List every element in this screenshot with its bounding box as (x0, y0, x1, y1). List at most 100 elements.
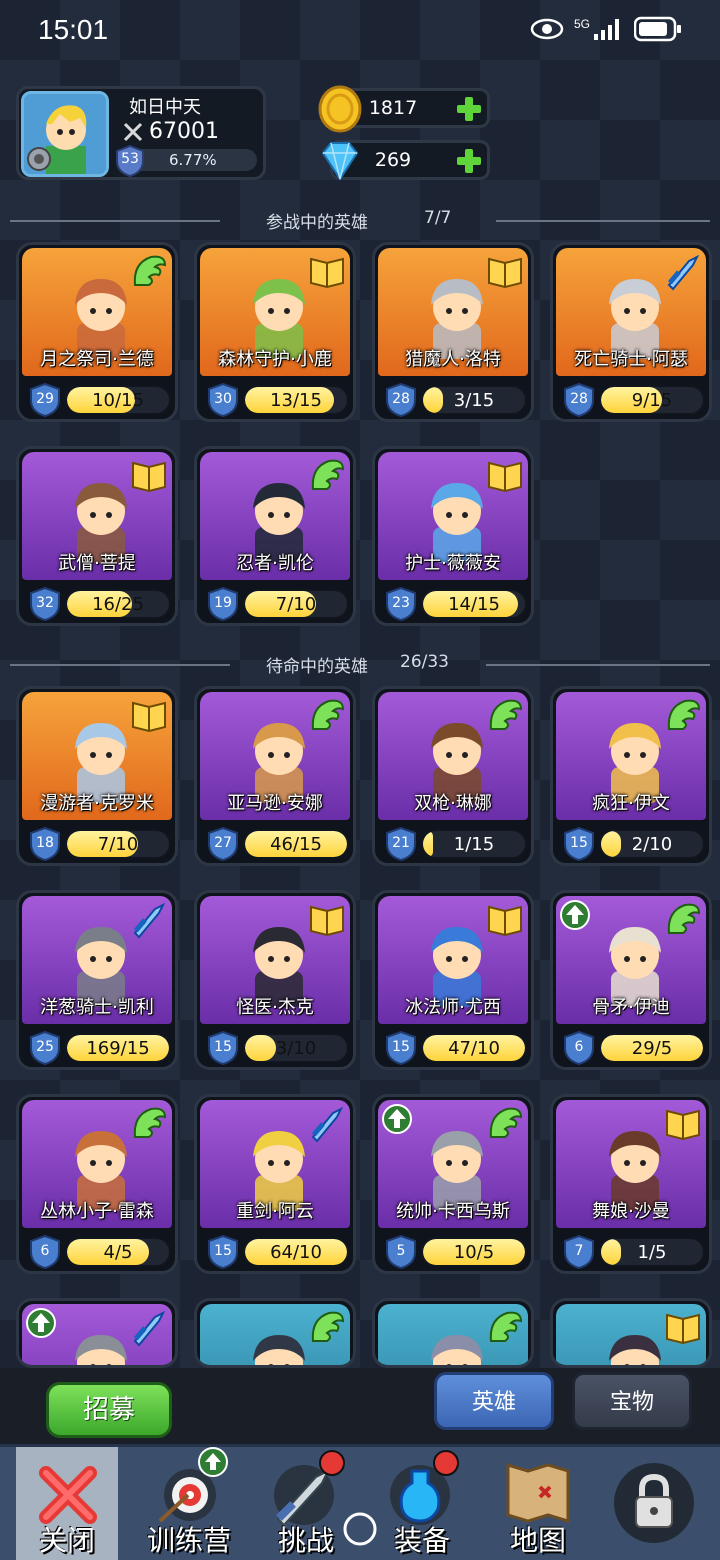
gold-value: 1817 (368, 97, 418, 119)
hero-card[interactable]: 忍者·凯伦 19 7/10 (194, 446, 356, 626)
shard-progress-bar: 10/15 (65, 385, 171, 415)
notification-dot (319, 1450, 345, 1476)
hero-card[interactable]: 洋葱骑士·凯利 25 169/15 (16, 890, 178, 1070)
hero-card[interactable]: 猎魔人·洛特 28 3/15 (372, 242, 534, 422)
hero-name: 丛林小子·雷森 (40, 1201, 154, 1222)
nav-label: 装备 (393, 1524, 450, 1557)
sword-icon (129, 899, 169, 939)
close-icon (39, 1466, 97, 1524)
player-profile[interactable]: 如日中天 67001 53 6.77% (16, 86, 266, 180)
player-level: 53 (121, 151, 139, 167)
exp-percent: 6.77% (169, 151, 217, 169)
hero-card[interactable]: 舞娘·沙曼 7 1/5 (550, 1094, 712, 1274)
nav-locked[interactable] (606, 1447, 702, 1560)
shard-progress-bar: 169/15 (65, 1033, 171, 1063)
book-icon (129, 695, 169, 735)
active-section-title: 参战中的英雄 (266, 213, 368, 233)
player-avatar[interactable] (21, 91, 109, 177)
status-icons: 5G (530, 16, 682, 42)
shard-count: 10/5 (453, 1242, 495, 1263)
wing-icon (307, 455, 347, 495)
hero-card[interactable]: 怪医·杰克 15 3/10 (194, 890, 356, 1070)
shard-progress-bar: 16/25 (65, 589, 171, 619)
upgrade-arrow-icon (25, 1307, 57, 1339)
shard-progress-bar: 9/15 (599, 385, 705, 415)
tab-treasure[interactable]: 宝物 (572, 1372, 692, 1430)
hero-card[interactable]: 骨矛·伊迪 6 29/5 (550, 890, 712, 1070)
book-icon (307, 251, 347, 291)
wing-icon (307, 695, 347, 735)
power-display: 67001 (123, 119, 219, 144)
tab-heroes[interactable]: 英雄 (434, 1372, 554, 1430)
hero-card[interactable]: 丛林小子·雷森 6 4/5 (16, 1094, 178, 1274)
hero-card[interactable]: 重剑·阿云 15 64/10 (194, 1094, 356, 1274)
shard-count: 3/10 (275, 1038, 317, 1059)
shard-count: 1/5 (637, 1242, 667, 1263)
hero-level: 5 (396, 1243, 406, 1259)
hero-card[interactable]: 死亡骑士·阿瑟 28 9/15 (550, 242, 712, 422)
shard-count: 169/15 (86, 1038, 150, 1059)
signal-icon (594, 19, 619, 40)
nav-equipment[interactable]: 装备 (372, 1447, 472, 1560)
active-section-count: 7/7 (424, 208, 452, 228)
hero-level: 29 (36, 391, 54, 407)
hero-card[interactable]: 森林守护·小鹿 30 13/15 (194, 242, 356, 422)
nav-label: 地图 (509, 1524, 566, 1557)
shard-count: 7/10 (97, 834, 139, 855)
divider (10, 664, 230, 666)
hero-card[interactable]: 护士·薇薇安 23 14/15 (372, 446, 534, 626)
recruit-button[interactable]: 招募 (46, 1382, 172, 1438)
hero-card[interactable] (16, 1298, 178, 1368)
shard-progress-bar: 14/15 (421, 589, 527, 619)
nav-challenge[interactable]: 挑战 (256, 1447, 356, 1560)
hero-card[interactable]: 冰法师·尤西 15 47/10 (372, 890, 534, 1070)
wing-icon (485, 1307, 525, 1347)
hero-card[interactable]: 月之祭司·兰德 29 10/15 (16, 242, 178, 422)
hero-name: 冰法师·尤西 (405, 997, 501, 1018)
add-gem-button[interactable] (455, 147, 483, 175)
shard-progress-bar: 47/10 (421, 1033, 527, 1063)
hero-level: 30 (214, 391, 232, 407)
upgrade-arrow-icon (198, 1447, 228, 1477)
hero-level: 6 (574, 1039, 584, 1055)
eye-icon (530, 18, 564, 40)
hero-card[interactable]: 统帅·卡西乌斯 5 10/5 (372, 1094, 534, 1274)
hero-name: 护士·薇薇安 (405, 553, 501, 574)
shard-progress-bar: 3/15 (421, 385, 527, 415)
hero-name: 重剑·阿云 (236, 1201, 314, 1222)
hero-card[interactable]: 双枪·琳娜 21 1/15 (372, 686, 534, 866)
nav-close[interactable]: 关闭 (16, 1447, 118, 1560)
status-bar: 15:01 5G (0, 0, 720, 64)
book-icon (485, 455, 525, 495)
shard-progress-bar: 2/10 (599, 829, 705, 859)
shard-count: 7/10 (275, 594, 317, 615)
shard-progress-bar: 1/5 (599, 1237, 705, 1267)
hero-name: 亚马逊·安娜 (227, 793, 323, 814)
shard-count: 47/10 (448, 1038, 500, 1059)
hero-card[interactable] (550, 1298, 712, 1368)
gear-icon[interactable] (24, 144, 54, 174)
hero-card[interactable] (372, 1298, 534, 1368)
hero-card[interactable]: 漫游者·克罗米 18 7/10 (16, 686, 178, 866)
shard-progress-bar: 64/10 (243, 1237, 349, 1267)
active-heroes-header: 参战中的英雄 7/7 (0, 206, 720, 236)
hero-card[interactable]: 武僧·菩提 32 16/25 (16, 446, 178, 626)
hero-card[interactable] (194, 1298, 356, 1368)
book-icon (129, 455, 169, 495)
hero-name: 武僧·菩提 (58, 553, 136, 574)
power-value: 67001 (149, 119, 219, 144)
add-gold-button[interactable] (455, 95, 483, 123)
nav-training[interactable]: 训练营 (130, 1447, 248, 1560)
bottom-nav: 关闭 训练营 挑战 装备 地图 (0, 1444, 720, 1560)
hero-name: 双枪·琳娜 (414, 793, 492, 814)
gold-counter: 1817 (318, 85, 490, 133)
wing-icon (663, 695, 703, 735)
hero-card[interactable]: 亚马逊·安娜 27 46/15 (194, 686, 356, 866)
hero-card[interactable]: 疯狂·伊文 15 2/10 (550, 686, 712, 866)
hero-level: 15 (214, 1039, 232, 1055)
nav-map[interactable]: 地图 (488, 1447, 588, 1560)
hero-level: 32 (36, 595, 54, 611)
hero-name: 忍者·凯伦 (236, 553, 314, 574)
hero-level: 25 (36, 1039, 54, 1055)
shard-progress-bar: 1/15 (421, 829, 527, 859)
